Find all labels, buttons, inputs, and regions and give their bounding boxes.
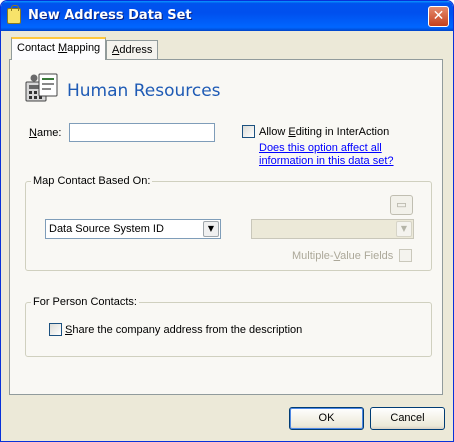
contact-mapping-panel: Human Resources Name: Allow Editing in I… [9,59,443,395]
map-based-on-select[interactable]: Data Source System ID ▼ [45,219,221,239]
contacts-phone-icon [25,73,58,102]
window-title: New Address Data Set [28,8,192,23]
tab-address[interactable]: Address [106,40,159,60]
chevron-down-icon[interactable]: ▼ [396,221,412,237]
title-bar[interactable]: New Address Data Set ✕ [1,1,453,31]
multiple-value-fields-label: Multiple-Value Fields [292,250,394,262]
name-input[interactable] [69,123,215,142]
data-set-title: Human Resources [67,81,221,101]
tab-contact-mapping[interactable]: Contact Mapping [11,37,107,60]
map-contact-legend: Map Contact Based On: [31,175,153,187]
help-link[interactable]: Does this option affect all information i… [259,142,394,168]
multiple-value-fields-checkbox[interactable] [399,249,412,262]
person-contacts-legend: For Person Contacts: [31,296,139,308]
share-address-checkbox[interactable] [49,323,62,336]
dialog-window: New Address Data Set ✕ Address Contact M… [0,0,454,442]
allow-editing-checkbox[interactable] [242,125,255,138]
allow-editing-label[interactable]: Allow Editing in InterAction [259,126,389,138]
person-contacts-group: For Person Contacts: Share the company a… [25,296,432,357]
share-address-label[interactable]: Share the company address from the descr… [65,324,302,336]
secondary-field-select[interactable]: ▼ [251,219,414,239]
cancel-button[interactable]: Cancel [370,407,445,430]
close-button[interactable]: ✕ [428,6,449,27]
ok-button[interactable]: OK [289,407,364,430]
app-icon [7,5,21,24]
folder-icon: ▭ [396,198,407,211]
name-label: Name: [29,127,62,139]
chevron-down-icon[interactable]: ▼ [203,221,219,237]
close-icon: ✕ [432,8,445,24]
map-contact-group: Map Contact Based On: ▭ Data Source Syst… [25,175,432,271]
folder-button[interactable]: ▭ [390,195,413,215]
